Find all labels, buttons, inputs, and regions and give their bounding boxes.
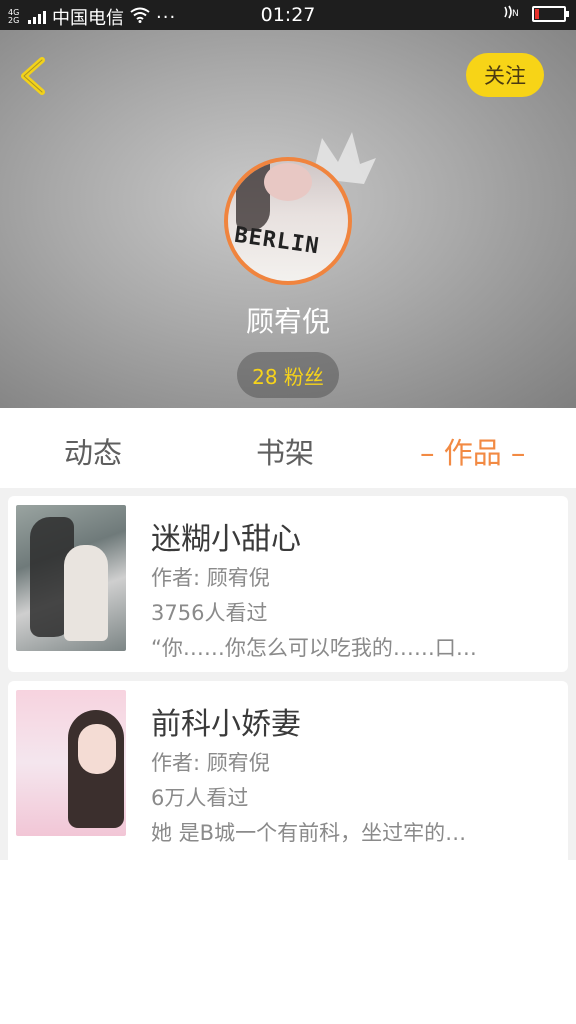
avatar-face (264, 163, 312, 201)
profile-tabs: 动态 书架 – 作品 – (0, 408, 576, 488)
status-right: N (502, 5, 569, 23)
book-cover[interactable] (16, 690, 126, 836)
book-cover[interactable] (16, 505, 126, 651)
username: 顾宥倪 (245, 305, 330, 338)
book-views: 3756人看过 (151, 601, 268, 625)
book-title[interactable]: 前科小娇妻 (151, 699, 301, 743)
tab-works[interactable]: – 作品 – (420, 430, 525, 472)
tab-bookshelf[interactable]: 书架 (256, 430, 314, 472)
works-list: 迷糊小甜心 作者: 顾宥倪 3756人看过 “你……你怎么可以吃我的……口… 前… (0, 488, 576, 860)
avatar-shirt-text: BERLIN (232, 222, 321, 260)
nfc-icon: N (502, 5, 520, 23)
cover-figure-body (64, 545, 108, 641)
book-author: 作者: 顾宥倪 (151, 566, 270, 590)
list-item[interactable]: 前科小娇妻 作者: 顾宥倪 6万人看过 她 是B城一个有前科，坐过牢的… (8, 681, 568, 860)
book-author: 作者: 顾宥倪 (151, 751, 270, 775)
list-item[interactable]: 迷糊小甜心 作者: 顾宥倪 3756人看过 “你……你怎么可以吃我的……口… (8, 496, 568, 672)
svg-text:N: N (512, 9, 519, 19)
battery-icon (532, 6, 569, 22)
chevron-left-icon (21, 57, 45, 95)
tab-activity[interactable]: 动态 (64, 430, 122, 472)
book-title[interactable]: 迷糊小甜心 (151, 514, 301, 558)
avatar[interactable]: BERLIN (224, 157, 352, 285)
profile-header: 关注 BERLIN 顾宥倪 28 粉丝 (0, 30, 576, 408)
cover-figure-face (78, 724, 116, 774)
fans-count[interactable]: 28 粉丝 (237, 352, 339, 398)
book-description: 她 是B城一个有前科，坐过牢的… (151, 821, 467, 845)
book-description: “你……你怎么可以吃我的……口… (151, 636, 477, 660)
avatar-hair (236, 161, 270, 231)
status-bar: 4G 2G 中国电信 ··· 01:27 N (0, 0, 576, 30)
book-views: 6万人看过 (151, 786, 249, 810)
clock: 01:27 (260, 4, 316, 26)
back-button[interactable] (14, 54, 54, 98)
follow-button[interactable]: 关注 (466, 53, 544, 97)
